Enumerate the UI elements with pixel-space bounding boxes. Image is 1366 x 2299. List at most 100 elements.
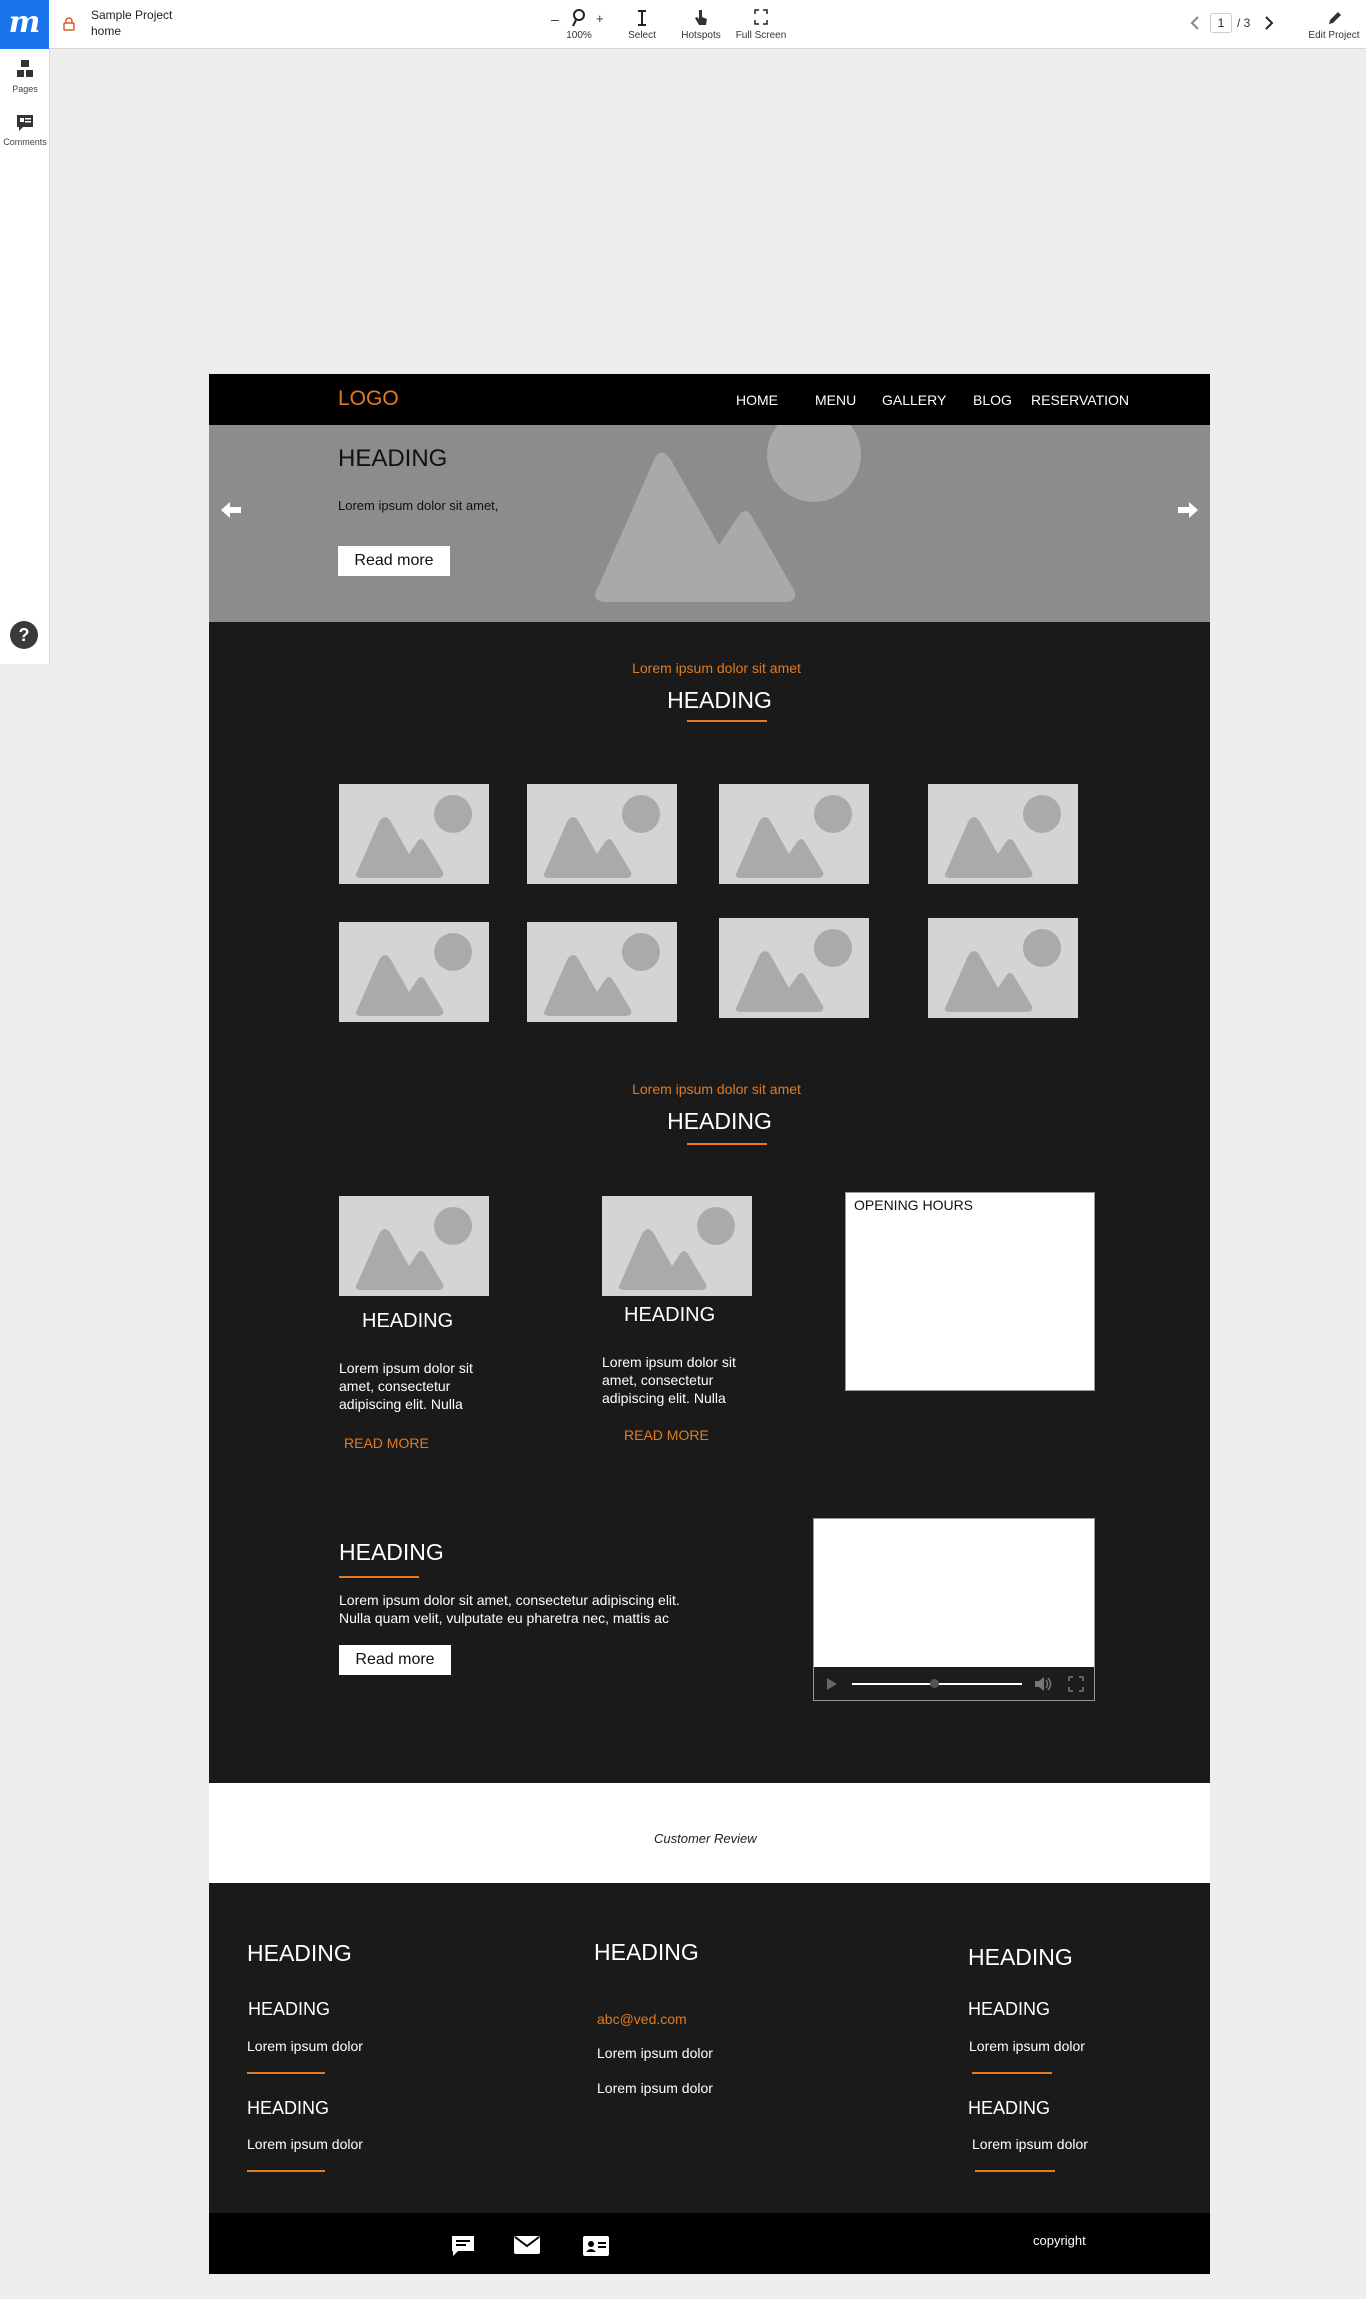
feature-card-read-more[interactable]: READ MORE (624, 1427, 709, 1443)
volume-icon[interactable] (1034, 1676, 1052, 1697)
edit-project-button[interactable]: Edit Project (1305, 8, 1363, 41)
footer-col3-text: Lorem ipsum dolor (969, 2038, 1085, 2054)
footer-col3-text: Lorem ipsum dolor (972, 2136, 1088, 2152)
nav-menu[interactable]: MENU (815, 392, 856, 408)
gallery-thumb[interactable] (527, 922, 677, 1022)
comments-button[interactable]: Comments (0, 112, 50, 147)
video-player[interactable] (813, 1518, 1095, 1701)
feature-card-image (602, 1196, 752, 1296)
site-logo[interactable]: LOGO (338, 387, 399, 411)
footer-col3-heading: HEADING (968, 1944, 1073, 1970)
promo-heading-underline (339, 1576, 419, 1578)
gallery-thumb[interactable] (928, 918, 1078, 1018)
promo-text: Lorem ipsum dolor sit amet, consectetur … (339, 1592, 680, 1626)
gallery-thumb[interactable] (719, 918, 869, 1018)
gallery-kicker: Lorem ipsum dolor sit amet (632, 660, 801, 676)
arrow-right-icon[interactable] (1176, 500, 1200, 525)
pages-icon (0, 57, 50, 83)
project-name[interactable]: Sample Project (91, 8, 172, 22)
arrow-left-icon[interactable] (219, 500, 243, 525)
customer-review-section: Customer Review (209, 1783, 1210, 1883)
chat-icon[interactable] (451, 2235, 475, 2262)
mail-icon[interactable] (514, 2236, 540, 2259)
zoom-control[interactable]: 100% (563, 8, 595, 41)
feature-card-text: Lorem ipsum dolor sit amet, consectetur … (602, 1354, 736, 1406)
select-tool[interactable]: Select (622, 8, 662, 41)
pages-button[interactable]: Pages (0, 57, 50, 94)
gallery-heading: HEADING (667, 687, 772, 713)
viewer-sidebar: Pages Comments ? (0, 49, 50, 664)
main-content-section: Lorem ipsum dolor sit amet HEADING Lorem… (209, 622, 1210, 1783)
zoom-icon (563, 8, 595, 28)
chevron-left-icon[interactable] (1190, 15, 1200, 36)
features-heading: HEADING (667, 1108, 772, 1134)
hero-text: Lorem ipsum dolor sit amet, (338, 498, 499, 513)
zoom-in-button[interactable]: + (596, 11, 604, 26)
select-tool-label: Select (628, 30, 656, 41)
footer-col1-subheading: HEADING (247, 2098, 330, 2118)
footer-col2-heading: HEADING (594, 1939, 699, 1965)
feature-card-read-more[interactable]: READ MORE (344, 1435, 429, 1451)
gallery-thumb[interactable] (928, 784, 1078, 884)
hero-heading: HEADING (338, 445, 448, 472)
site-navbar: LOGO HOME MENU GALLERY BLOG RESERVATION (209, 374, 1210, 425)
feature-card-text: Lorem ipsum dolor sit amet, consectetur … (339, 1360, 473, 1412)
nav-home[interactable]: HOME (736, 392, 778, 408)
prototype-screen: LOGO HOME MENU GALLERY BLOG RESERVATION … (209, 374, 1210, 2274)
viewer-toolbar: m Sample Project home – 100% + Select Ho… (0, 0, 1366, 49)
page-total: / 3 (1237, 16, 1251, 30)
footer-col3-subheading: HEADING (968, 2098, 1051, 2118)
zoom-level: 100% (566, 30, 592, 41)
marvel-logo[interactable]: m (0, 0, 49, 49)
footer-email-link[interactable]: abc@ved.com (597, 2011, 687, 2027)
promo-heading: HEADING (339, 1539, 444, 1565)
footer-col2-text: Lorem ipsum dolor (597, 2080, 713, 2096)
footer-divider (247, 2170, 325, 2172)
opening-hours-box: OPENING HOURS (845, 1192, 1095, 1391)
footer-divider (972, 2072, 1052, 2074)
hotspots-tool[interactable]: Hotspots (678, 8, 724, 41)
video-progress-handle[interactable] (929, 1679, 939, 1688)
gallery-thumb[interactable] (719, 784, 869, 884)
features-kicker: Lorem ipsum dolor sit amet (632, 1081, 801, 1097)
hero-read-more-button[interactable]: Read more (338, 546, 450, 576)
gallery-heading-underline (687, 720, 767, 722)
gallery-thumb[interactable] (527, 784, 677, 884)
feature-card-heading: HEADING (624, 1304, 716, 1326)
features-heading-underline (687, 1143, 767, 1145)
footer-col1-text: Lorem ipsum dolor (247, 2136, 363, 2152)
fullscreen-icon[interactable] (1068, 1676, 1084, 1697)
footer-col1-subheading: HEADING (248, 1999, 331, 2019)
gallery-thumb[interactable] (339, 922, 489, 1022)
page-number-input[interactable]: 1 (1210, 13, 1232, 33)
nav-reservation[interactable]: RESERVATION (1031, 392, 1129, 408)
feature-card-heading: HEADING (362, 1310, 454, 1332)
help-icon[interactable]: ? (10, 621, 38, 649)
nav-gallery[interactable]: GALLERY (882, 392, 946, 408)
opening-hours-title: OPENING HOURS (854, 1197, 974, 1213)
fullscreen-tool-label: Full Screen (735, 30, 787, 41)
video-controls (814, 1667, 1094, 1700)
fullscreen-icon (733, 8, 789, 28)
zoom-out-button[interactable]: – (551, 11, 559, 27)
select-cursor-icon (622, 8, 662, 28)
pages-label: Pages (12, 84, 38, 94)
comments-label: Comments (3, 137, 47, 147)
footer-divider (975, 2170, 1055, 2172)
footer-col1-heading: HEADING (247, 1940, 352, 1966)
footer-col1-text: Lorem ipsum dolor (247, 2038, 363, 2054)
copyright-text: copyright (1033, 2233, 1086, 2248)
chevron-right-icon[interactable] (1264, 15, 1274, 36)
hotspot-hand-icon (678, 8, 724, 28)
nav-blog[interactable]: BLOG (973, 392, 1012, 408)
play-icon[interactable] (826, 1677, 838, 1696)
footer-divider (247, 2072, 325, 2074)
edit-project-label: Edit Project (1308, 30, 1360, 41)
page-name[interactable]: home (91, 24, 121, 38)
hero-image-placeholder (595, 425, 861, 602)
promo-read-more-button[interactable]: Read more (339, 1645, 451, 1675)
gallery-thumb[interactable] (339, 784, 489, 884)
contact-card-icon[interactable] (583, 2236, 609, 2261)
feature-card-image (339, 1196, 489, 1296)
fullscreen-tool[interactable]: Full Screen (733, 8, 789, 41)
